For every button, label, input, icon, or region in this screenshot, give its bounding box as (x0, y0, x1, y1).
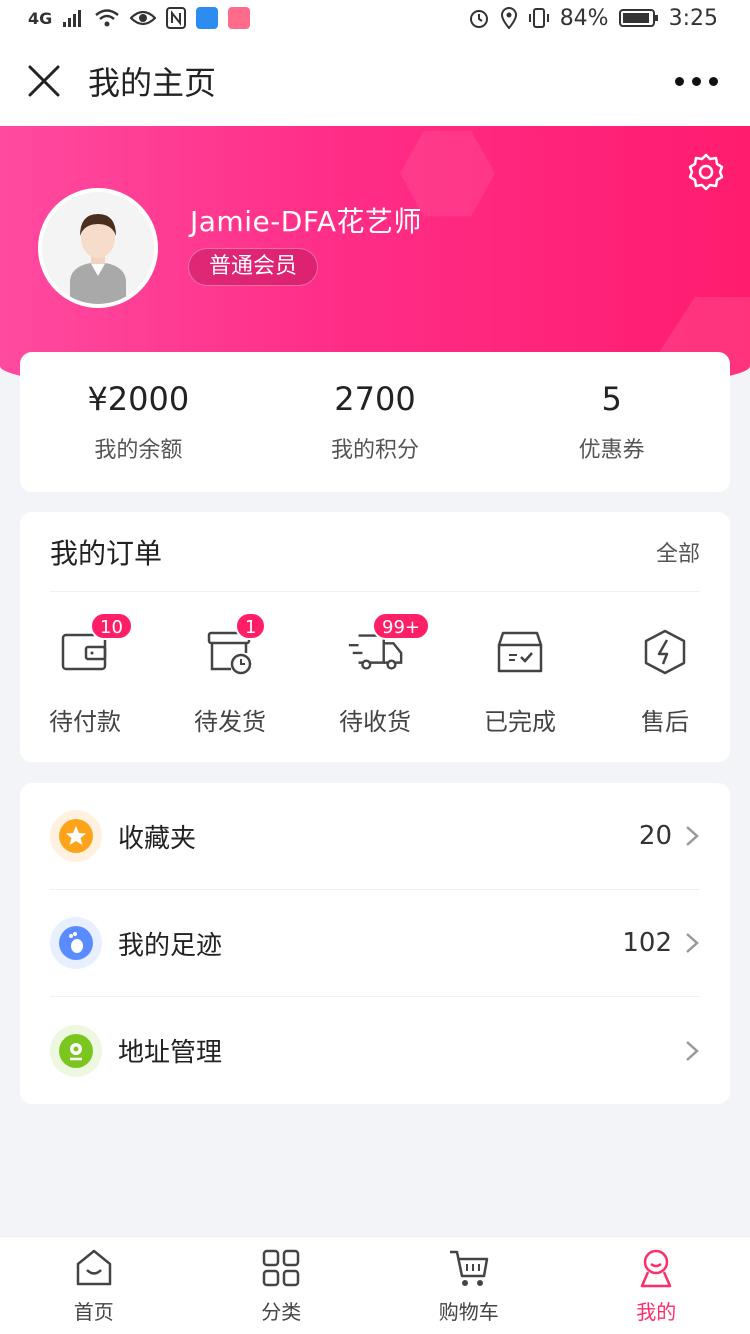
eye-icon (130, 10, 157, 26)
settings-gear-icon[interactable] (686, 152, 726, 192)
order-label: 售后 (641, 708, 689, 736)
chevron-right-icon (686, 1040, 699, 1061)
lightning-hex-icon (635, 624, 695, 680)
bottom-tab-bar: 首页 分类 购物车 我的 (0, 1236, 750, 1334)
status-bar: 4G 84% 3:25 (0, 0, 750, 36)
signal-icon: 4G (28, 8, 53, 28)
grid-icon (263, 1249, 300, 1287)
orders-card: 我的订单 全部 10 待付款 1 待发货 99+ 待收货 已完成 售后 (20, 512, 730, 762)
battery-icon (618, 9, 658, 27)
location-status-icon (500, 7, 517, 29)
tab-cart[interactable]: 购物车 (375, 1237, 563, 1334)
footprint-icon (50, 917, 102, 969)
order-pending-shipment[interactable]: 1 待发货 (175, 612, 285, 737)
stats-card: ¥2000 我的余额 2700 我的积分 5 优惠券 (20, 352, 730, 492)
member-level-badge: 普通会员 (188, 248, 319, 286)
stat-label: 我的积分 (331, 438, 420, 463)
tab-home[interactable]: 首页 (0, 1237, 188, 1334)
home-icon (76, 1249, 111, 1286)
signal-bars-icon (63, 10, 82, 27)
page-title: 我的主页 (88, 64, 217, 102)
orders-header: 我的订单 全部 (50, 512, 700, 592)
alarm-icon (469, 10, 488, 28)
location-icon (50, 1024, 102, 1077)
wifi-icon (95, 9, 120, 27)
chevron-right-icon (686, 826, 699, 846)
order-count-badge: 10 (90, 612, 133, 640)
menu-label: 我的足迹 (118, 930, 223, 961)
profile-icon (641, 1249, 672, 1288)
menu-count: 102 (622, 928, 672, 958)
menu-item-address[interactable]: 地址管理 (50, 997, 700, 1104)
cart-icon (449, 1250, 488, 1286)
shopping-app-icon (228, 7, 251, 29)
orders-title: 我的订单 (50, 536, 163, 570)
tab-category[interactable]: 分类 (188, 1237, 376, 1334)
username: Jamie-DFA花艺师 (190, 205, 423, 238)
order-pending-payment[interactable]: 10 待付款 (30, 612, 140, 737)
tab-label: 分类 (261, 1300, 302, 1324)
stat-coupons[interactable]: 5 优惠券 (493, 352, 730, 492)
order-after-sales[interactable]: 售后 (610, 624, 720, 737)
order-count-badge: 99+ (372, 612, 430, 640)
battery-percent: 84% (559, 5, 609, 31)
order-label: 待付款 (49, 708, 121, 736)
close-icon[interactable] (24, 61, 64, 101)
menu-item-favorites[interactable]: 收藏夹 20 (50, 783, 700, 890)
nfc-icon (166, 7, 187, 29)
star-icon (50, 810, 102, 862)
menu-label: 地址管理 (118, 1038, 223, 1068)
stat-label: 我的余额 (94, 438, 183, 463)
order-pending-receipt[interactable]: 99+ 待收货 (320, 612, 430, 737)
stat-value: ¥2000 (87, 380, 190, 418)
stat-value: 5 (601, 380, 622, 418)
tab-label: 我的 (636, 1300, 677, 1324)
tab-label: 购物车 (438, 1300, 499, 1324)
order-count-badge: 1 (235, 612, 267, 640)
order-label: 待收货 (339, 708, 411, 736)
stat-value: 2700 (334, 380, 416, 418)
clock-time: 3:25 (668, 5, 718, 31)
more-options-icon[interactable] (675, 76, 726, 86)
menu-count: 20 (638, 821, 672, 851)
stat-points[interactable]: 2700 我的积分 (257, 352, 494, 492)
stat-balance[interactable]: ¥2000 我的余额 (20, 352, 257, 492)
order-label: 已完成 (484, 708, 556, 736)
avatar[interactable] (38, 188, 158, 308)
orders-all-link[interactable]: 全部 (656, 536, 700, 568)
chevron-right-icon (686, 933, 699, 953)
security-app-icon (196, 7, 219, 29)
menu-item-footprints[interactable]: 我的足迹 102 (50, 890, 700, 997)
vibrate-icon (528, 8, 549, 28)
menu-list: 收藏夹 20 我的足迹 102 地址管理 (20, 783, 730, 1104)
tab-label: 首页 (73, 1300, 114, 1324)
menu-label: 收藏夹 (118, 823, 197, 854)
order-completed[interactable]: 已完成 (465, 624, 575, 737)
box-check-icon (490, 624, 550, 680)
nav-bar: 我的主页 (0, 36, 750, 126)
tab-mine[interactable]: 我的 (563, 1237, 750, 1334)
order-label: 待发货 (194, 708, 266, 736)
stat-label: 优惠券 (578, 438, 645, 463)
